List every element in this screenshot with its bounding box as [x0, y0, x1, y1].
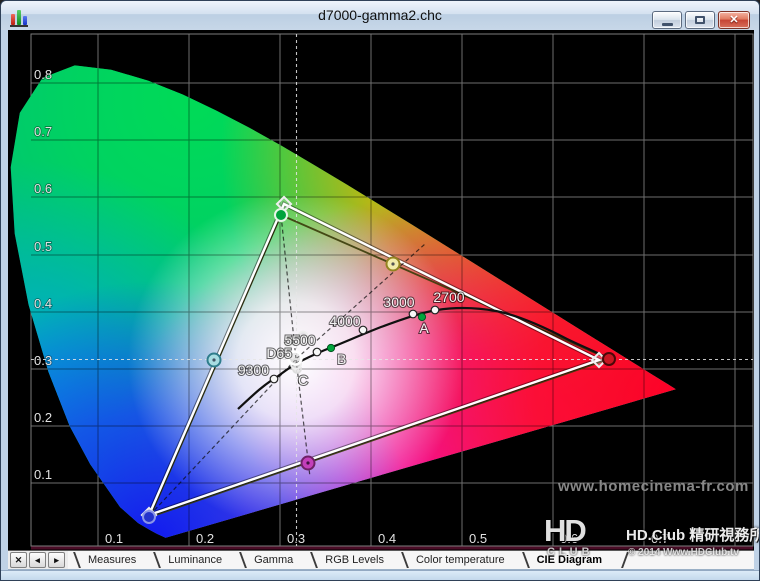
- svg-text:B: B: [337, 351, 346, 367]
- status-bar: [1, 570, 759, 581]
- close-icon: ✕: [719, 12, 749, 29]
- minimize-icon: [662, 23, 673, 26]
- svg-text:0.5: 0.5: [34, 239, 52, 254]
- svg-text:5500: 5500: [284, 332, 315, 348]
- svg-text:0.4: 0.4: [378, 531, 396, 546]
- svg-text:C: C: [298, 372, 308, 388]
- tab-strip: Measures Luminance Gamma RGB Levels Colo…: [68, 551, 754, 569]
- svg-text:0.4: 0.4: [34, 296, 52, 311]
- tabbar-scroll-left-button[interactable]: ◂: [29, 552, 46, 568]
- maximize-icon: [695, 16, 705, 24]
- svg-text:3000: 3000: [383, 294, 414, 310]
- app-window: d7000-gamma2.chc ✕: [0, 0, 760, 581]
- tabbar-scroll-right-button[interactable]: ▸: [48, 552, 65, 568]
- cie-chart-panel: 9300 D65 5500 4000 3000 2700 A B C 0.8 0…: [8, 30, 754, 550]
- svg-text:4000: 4000: [329, 313, 360, 329]
- tab-color-temperature[interactable]: Color temperature: [406, 551, 517, 569]
- svg-text:2700: 2700: [433, 289, 464, 305]
- green-primary-marker: [275, 209, 287, 221]
- cie-diagram: 9300 D65 5500 4000 3000 2700 A B C 0.8 0…: [8, 30, 754, 550]
- maximize-button[interactable]: [685, 11, 715, 29]
- svg-text:0.3: 0.3: [34, 353, 52, 368]
- svg-text:0.1: 0.1: [105, 531, 123, 546]
- svg-text:A: A: [419, 320, 429, 336]
- close-button[interactable]: ✕: [718, 11, 750, 29]
- tab-measures[interactable]: Measures: [78, 551, 148, 569]
- tab-luminance[interactable]: Luminance: [158, 551, 234, 569]
- homecinema-watermark: www.homecinema-fr.com: [557, 478, 749, 495]
- blue-primary-marker: [143, 511, 155, 523]
- svg-text:9300: 9300: [238, 362, 269, 378]
- svg-text:0.2: 0.2: [196, 531, 214, 546]
- svg-text:0.6: 0.6: [560, 531, 578, 546]
- tab-gamma[interactable]: Gamma: [244, 551, 305, 569]
- window-title: d7000-gamma2.chc: [1, 1, 759, 30]
- tab-cie-diagram[interactable]: CIE Diagram: [527, 551, 614, 569]
- tab-divider-end: [621, 552, 629, 568]
- svg-text:0.3: 0.3: [287, 531, 305, 546]
- tab-rgb-levels[interactable]: RGB Levels: [315, 551, 396, 569]
- svg-text:0.1: 0.1: [34, 467, 52, 482]
- svg-text:0.7: 0.7: [651, 531, 669, 546]
- tab-nav-buttons: ✕ ◂ ▸: [8, 551, 68, 569]
- bottom-tab-bar: ✕ ◂ ▸ Measures Luminance Gamma RGB Level…: [8, 550, 754, 570]
- svg-text:0.8: 0.8: [34, 67, 52, 82]
- svg-text:0.5: 0.5: [469, 531, 487, 546]
- title-bar[interactable]: d7000-gamma2.chc ✕: [1, 1, 759, 30]
- svg-text:0.2: 0.2: [34, 410, 52, 425]
- svg-text:0.7: 0.7: [34, 124, 52, 139]
- red-primary-marker: [603, 353, 615, 365]
- tabbar-close-button[interactable]: ✕: [10, 552, 27, 568]
- svg-text:0.6: 0.6: [34, 181, 52, 196]
- minimize-button[interactable]: [652, 11, 682, 29]
